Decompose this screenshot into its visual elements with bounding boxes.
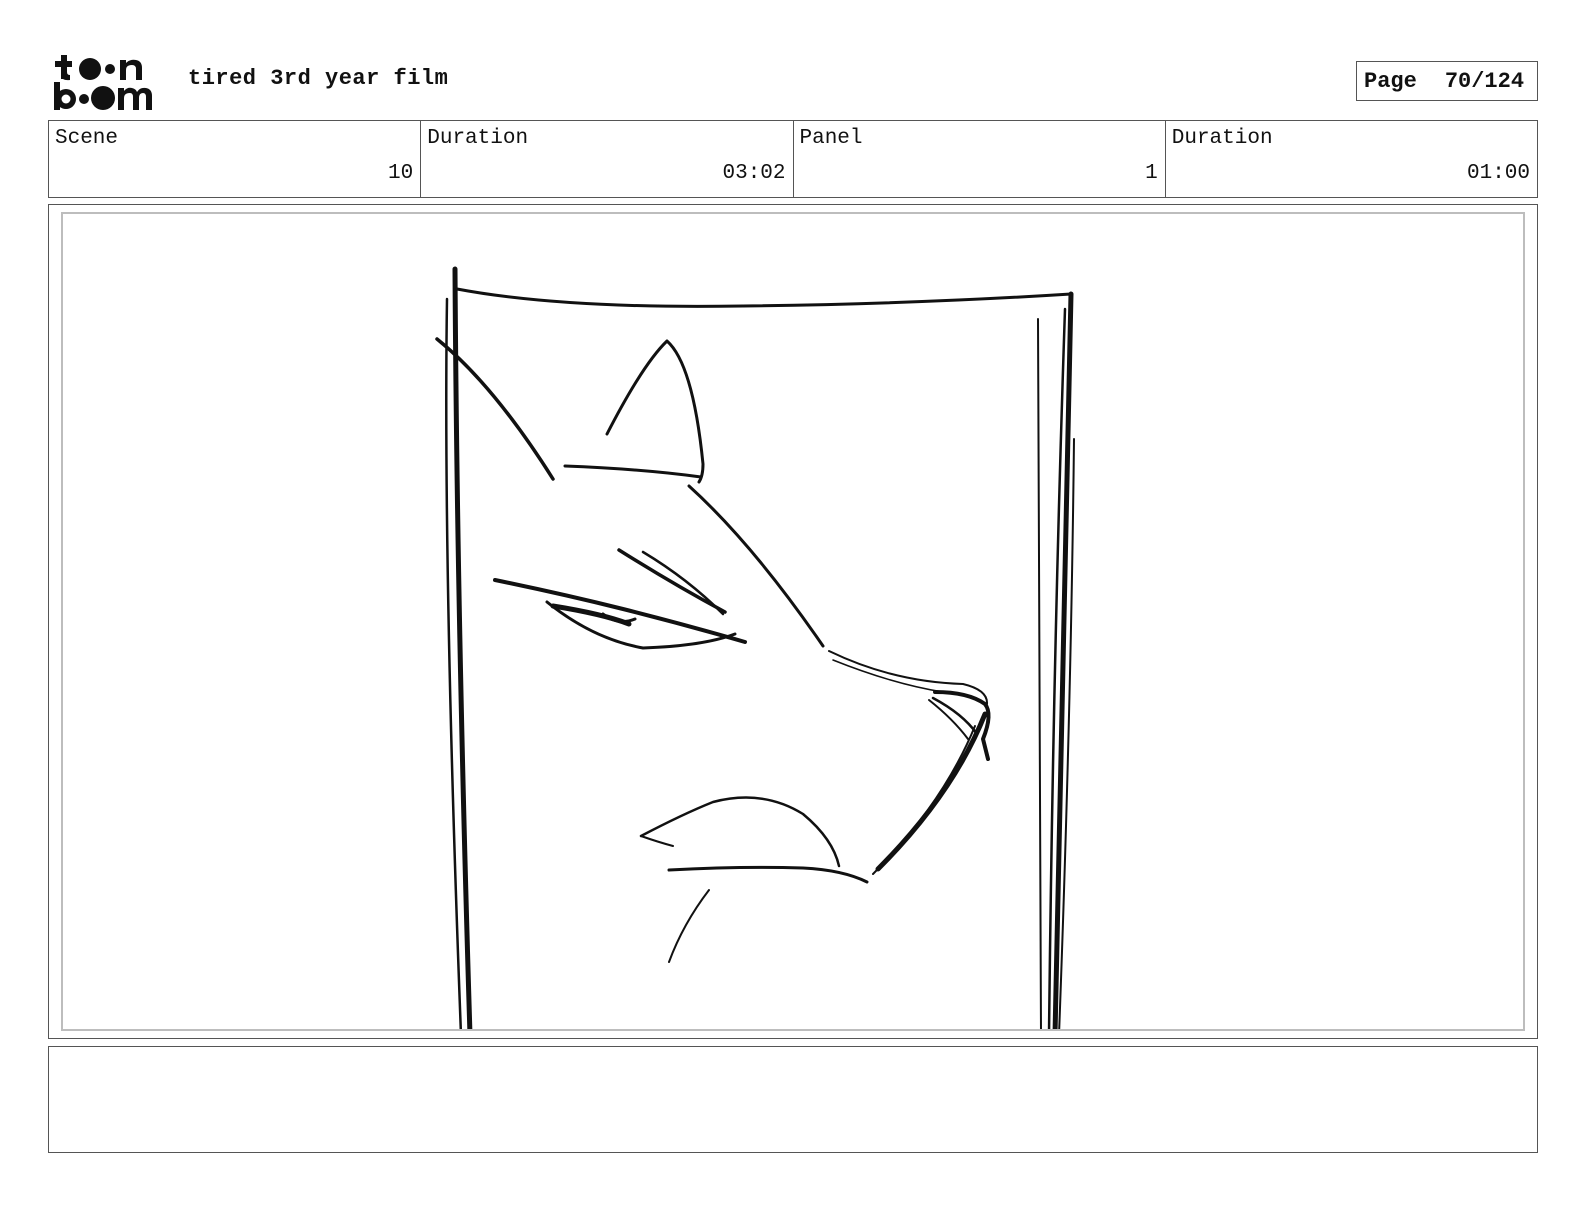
storyboard-panel-image <box>61 212 1525 1031</box>
storyboard-panel-frame <box>48 204 1538 1039</box>
panel-duration-value: 01:00 <box>1466 162 1530 185</box>
panel-value: 1 <box>1145 162 1158 185</box>
page-number: 70/124 <box>1444 68 1525 94</box>
toon-boom-logo-mark <box>54 55 152 110</box>
film-title: tired 3rd year film <box>188 66 449 91</box>
scene-label: Scene <box>55 127 119 150</box>
page-indicator: Page 70/124 <box>1356 61 1538 101</box>
scene-cell: Scene 10 <box>49 121 422 197</box>
storyboard-info-table: Scene 10 Duration 03:02 Panel 1 Duration… <box>48 120 1538 198</box>
panel-caption-box <box>48 1046 1538 1153</box>
page-label: Page <box>1364 68 1417 94</box>
scene-duration-label: Duration <box>427 127 529 150</box>
panel-duration-cell: Duration 01:00 <box>1166 121 1537 197</box>
fox-portrait-sketch <box>435 266 1075 1029</box>
panel-label: Panel <box>799 127 863 150</box>
panel-duration-label: Duration <box>1171 127 1273 150</box>
scene-duration-cell: Duration 03:02 <box>421 121 794 197</box>
panel-cell: Panel 1 <box>794 121 1166 197</box>
scene-value: 10 <box>388 162 414 185</box>
scene-duration-value: 03:02 <box>722 162 786 185</box>
toon-boom-logo <box>52 52 164 112</box>
